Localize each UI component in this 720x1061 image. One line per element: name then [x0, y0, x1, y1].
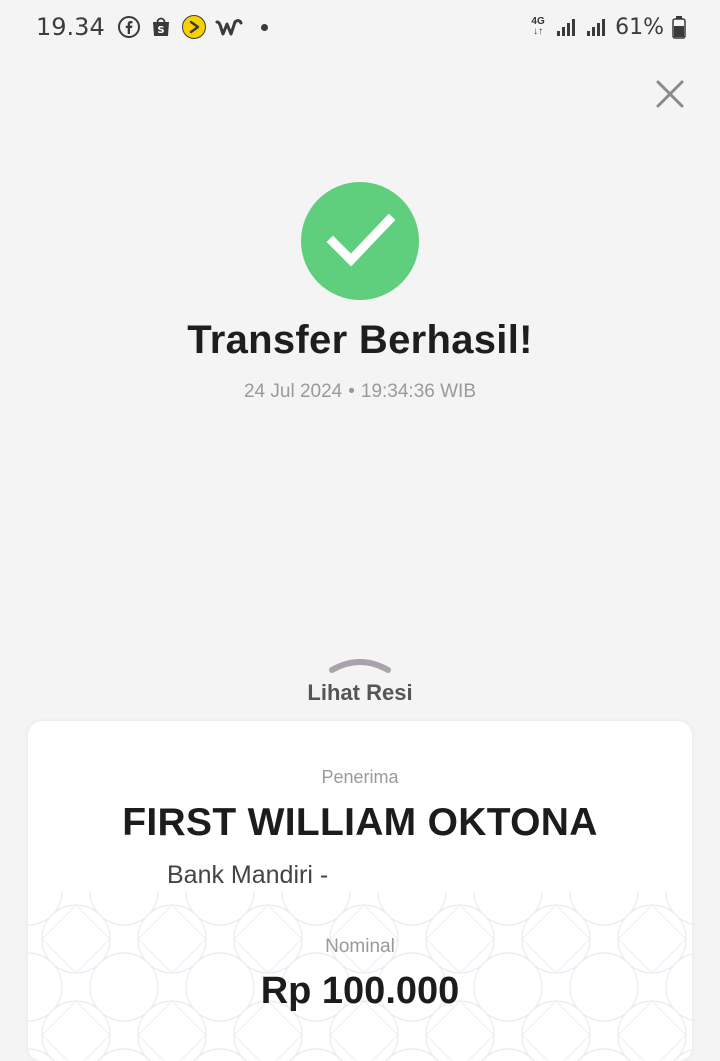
amount-label: Nominal	[325, 936, 395, 957]
signal-icon-2	[585, 16, 607, 38]
transfer-date: 24 Jul 2024	[243, 381, 343, 402]
view-receipt-button[interactable]: Lihat Resi	[260, 656, 460, 710]
status-bar: 19.34 S 4G ↓↑ 61%	[0, 0, 720, 54]
w-app-icon	[215, 16, 243, 38]
network-label: 4G	[531, 16, 545, 27]
page-title: Transfer Berhasil!	[187, 318, 533, 362]
transfer-amount: Rp 100.000	[260, 970, 460, 1012]
battery-percent: 61%	[615, 14, 664, 40]
recipient-name: FIRST WILLIAM OKTONA	[122, 801, 598, 844]
signal-icon	[555, 16, 577, 38]
close-button[interactable]	[654, 78, 686, 110]
status-right: 4G ↓↑ 61%	[529, 15, 686, 40]
play-circle-icon	[181, 14, 207, 40]
notification-dot	[260, 23, 268, 31]
datetime-separator: •	[348, 381, 355, 402]
network-type: 4G ↓↑	[531, 16, 545, 37]
close-icon	[656, 80, 684, 108]
svg-text:S: S	[157, 25, 164, 36]
success-check-icon	[301, 182, 419, 300]
status-time: 19.34	[36, 13, 105, 41]
status-left: 19.34 S	[36, 13, 268, 41]
facebook-icon	[117, 15, 141, 39]
recipient-label: Penerima	[321, 767, 399, 787]
transfer-datetime: 24 Jul 2024 • 19:34:36 WIB	[0, 381, 720, 403]
view-receipt-label: Lihat Resi	[307, 680, 413, 705]
chevron-up-icon	[329, 659, 391, 673]
redacted-account-number	[358, 867, 558, 893]
recipient-bank: Bank Mandiri -	[167, 861, 329, 889]
receipt-card: Penerima FIRST WILLIAM OKTONA Bank Mandi…	[28, 721, 692, 1061]
battery-icon	[672, 15, 686, 39]
shopee-icon: S	[149, 15, 173, 39]
transfer-time: 19:34:36 WIB	[360, 381, 477, 402]
checkmark-icon	[326, 213, 396, 267]
